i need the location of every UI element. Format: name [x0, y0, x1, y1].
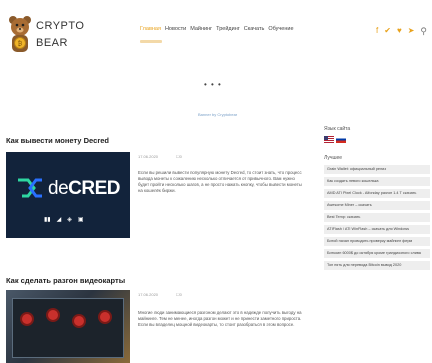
list-item[interactable]: ATIFlash / ATI WinFlash – скачать для Wi…	[324, 225, 430, 234]
decred-word-bold: CRED	[68, 178, 120, 199]
network-icon: ◈	[67, 217, 72, 223]
twitter-icon[interactable]: ♥	[397, 26, 402, 36]
svg-text:₿: ₿	[18, 41, 23, 48]
ru-flag-icon[interactable]	[336, 136, 346, 143]
logo-line1: CRYPTO	[36, 20, 85, 32]
decred-word-prefix: de	[48, 178, 69, 199]
wallet-icon: ▣	[77, 217, 84, 223]
article-title[interactable]: Как вывести монету Decred	[6, 136, 109, 145]
sidebar: Язык сайта Лучшее Grain Wallet: официаль…	[324, 126, 430, 270]
telegram-icon[interactable]: ➤	[408, 26, 415, 36]
list-item[interactable]: Как создать левого кошелька	[324, 177, 430, 186]
comment-count-value: 0	[179, 292, 182, 297]
nav-item-mining[interactable]: Майнинг	[190, 26, 212, 34]
slider-dots[interactable]: • • •	[204, 80, 222, 89]
logo-line2: BEAR	[36, 37, 68, 49]
nav-active-indicator	[140, 40, 162, 43]
list-item[interactable]: Биткоин 6000$ до октября кроме грандиозн…	[324, 249, 430, 258]
main-nav: Главная Новости Майнинг Трейдинг Скачать…	[140, 26, 294, 34]
facebook-icon[interactable]: f	[376, 26, 378, 36]
us-flag-icon[interactable]	[324, 136, 334, 143]
comment-count[interactable]: ☐0	[176, 154, 182, 159]
site-header: ₿ CRYPTO BEAR Главная Новости Майнинг Тр…	[0, 0, 432, 70]
nav-item-learning[interactable]: Обучение	[268, 26, 293, 34]
list-item[interactable]: Best Temp: скачать	[324, 213, 430, 222]
rig-frame	[12, 298, 124, 358]
bear-mascot-icon: ₿	[9, 16, 31, 52]
language-switcher	[324, 136, 430, 143]
decred-wordmark: deCRED	[48, 178, 120, 200]
nav-item-news[interactable]: Новости	[165, 26, 186, 34]
article-image-decred[interactable]: deCRED ▮▮ ◢ ◈ ▣	[6, 152, 130, 238]
list-item[interactable]: Топ пять для перевода Bitcoin вывод 2020	[324, 261, 430, 270]
nav-item-home[interactable]: Главная	[140, 26, 161, 34]
list-item[interactable]: AMD ATI Pixel Clock - Alfonday разгон 1.…	[324, 189, 430, 198]
popular-list: Grain Wallet: официальный релиз Как созд…	[324, 165, 430, 270]
article-meta: 17.06.2020 ☐0	[138, 154, 182, 159]
comment-count-value: 0	[179, 154, 182, 159]
vk-icon[interactable]: ✔	[384, 26, 391, 36]
list-item[interactable]: Awesome Miner – скачать	[324, 201, 430, 210]
logo[interactable]: ₿ CRYPTO BEAR	[6, 8, 84, 62]
popular-heading: Лучшее	[324, 155, 343, 161]
article-date: 17.06.2020	[138, 154, 159, 159]
decred-logo-icon	[18, 178, 42, 198]
nav-item-trading[interactable]: Трейдинг	[216, 26, 240, 34]
nav-item-download[interactable]: Скачать	[244, 26, 265, 34]
search-icon[interactable]: ⚲	[420, 26, 427, 36]
security-icon: ◢	[56, 217, 62, 223]
language-heading: Язык сайта	[324, 126, 351, 132]
gpu-fan-icon	[20, 312, 34, 326]
article-excerpt: Многие люди занимающиеся разгоном делают…	[138, 310, 302, 327]
gpu-fan-icon	[46, 308, 60, 322]
logo-text: CRYPTO BEAR	[36, 18, 84, 52]
article-date: 17.06.2020	[138, 292, 159, 297]
article-meta: 17.06.2020 ☐0	[138, 292, 182, 297]
article-title[interactable]: Как сделать разгон видеокарты	[6, 276, 125, 285]
banner-label[interactable]: Banner by Cryptobear	[198, 112, 237, 117]
article-excerpt: Если вы решили вывести популярную монету…	[138, 170, 302, 193]
gpu-fan-icon	[72, 314, 86, 328]
list-item[interactable]: Битой начал проводить проверку майнинг ф…	[324, 237, 430, 246]
article-image-gpu-rig[interactable]	[6, 290, 130, 363]
gpu-fan-icon	[98, 310, 112, 324]
comment-count[interactable]: ☐0	[176, 292, 182, 297]
list-item[interactable]: Grain Wallet: официальный релиз	[324, 165, 430, 174]
governance-icon: ▮▮	[44, 217, 51, 223]
decred-feature-icons: ▮▮ ◢ ◈ ▣	[44, 216, 84, 223]
social-links: f ✔ ♥ ➤ ⚲	[376, 26, 427, 36]
